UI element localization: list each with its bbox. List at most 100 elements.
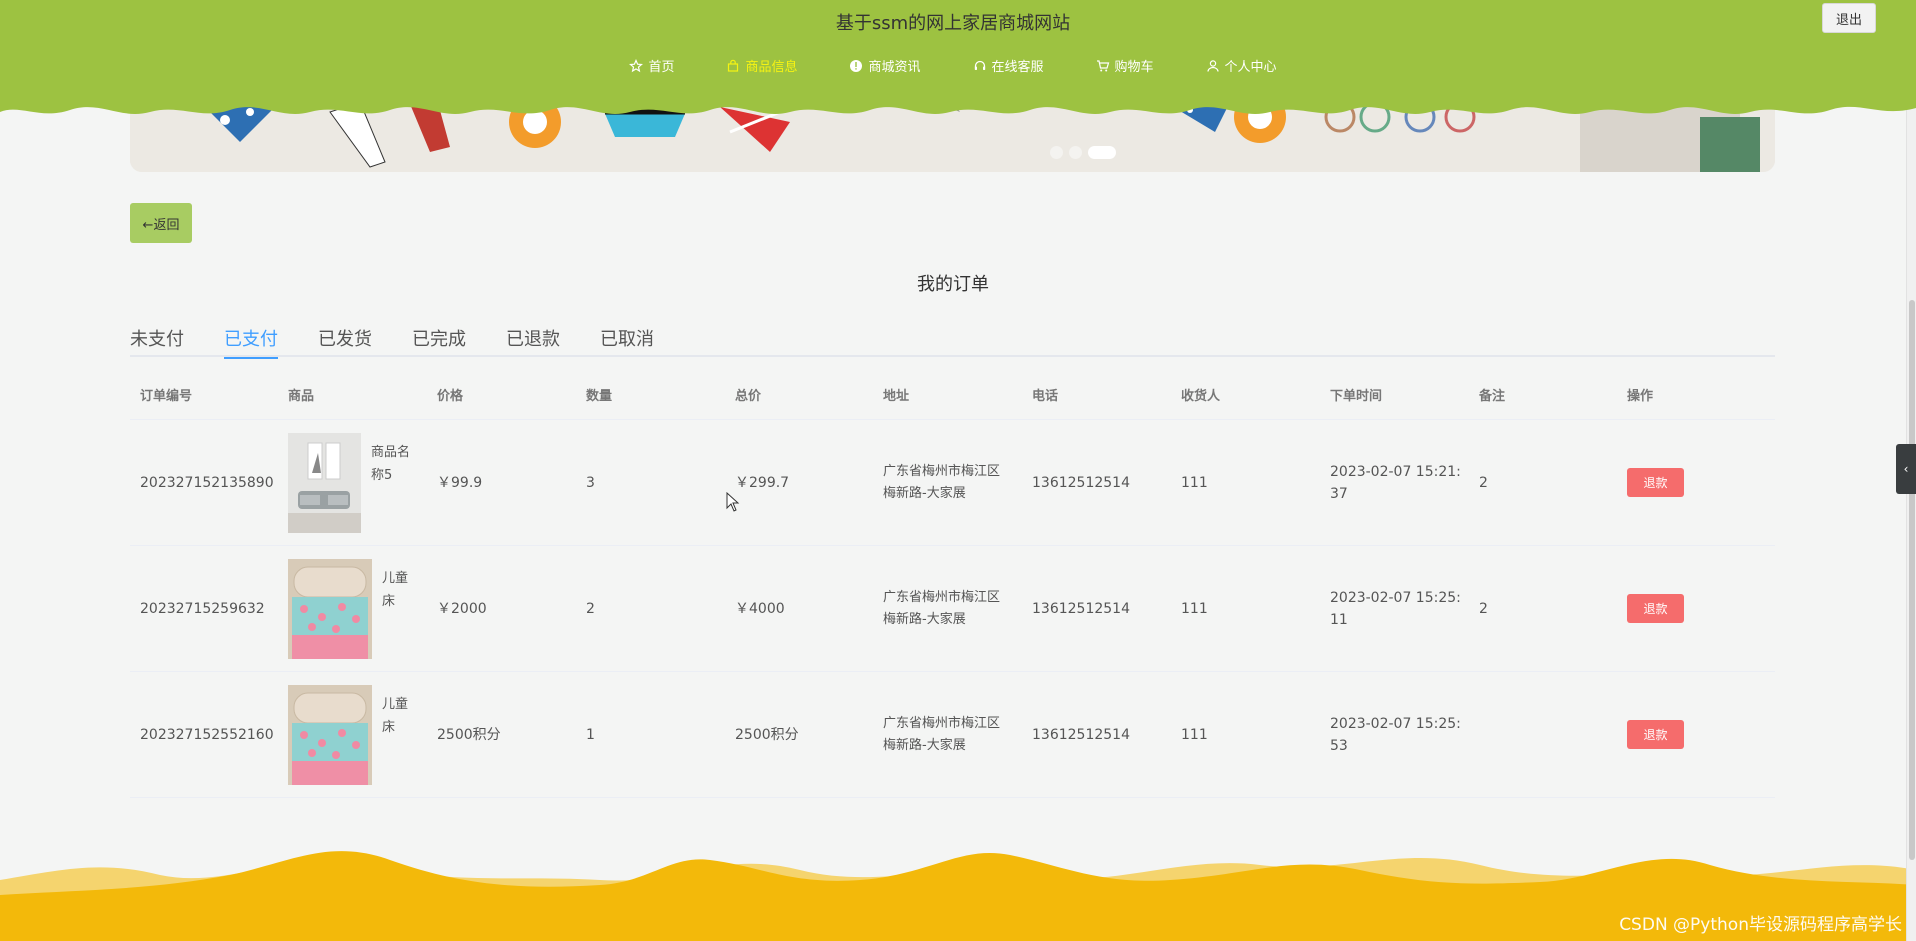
goods-cell: 商品名 称5 — [278, 432, 427, 533]
headset-icon — [974, 60, 985, 70]
goods-name-line: 儿童 — [382, 696, 409, 712]
order-no: 202327152552160 — [140, 726, 274, 743]
col-header-receiver: 收货人 — [1181, 389, 1221, 404]
address: 广东省梅州市梅江区 梅新路-大家展 — [873, 713, 1022, 757]
total-price: ￥4000 — [735, 600, 785, 617]
main-nav: 首页 商品信息 商城资讯 在线客服 购物车 个人中心 — [0, 56, 1906, 75]
price: ￥99.9 — [437, 474, 483, 491]
goods-thumbnail — [288, 558, 372, 659]
footer-wave: CSDN @Python毕设源码程序高学长 — [0, 840, 1916, 941]
phone: 13612512514 — [1032, 726, 1130, 743]
address: 广东省梅州市梅江区 梅新路-大家展 — [873, 461, 1022, 505]
nav-label-home: 首页 — [648, 60, 675, 75]
tab-completed[interactable]: 已完成 — [412, 325, 466, 357]
carousel-indicators — [1050, 146, 1116, 159]
col-header-goods: 商品 — [288, 389, 315, 404]
mouse-cursor-icon — [726, 492, 740, 512]
tab-cancelled[interactable]: 已取消 — [600, 325, 654, 357]
page-title: 我的订单 — [917, 274, 989, 295]
address: 广东省梅州市梅江区 梅新路-大家展 — [873, 587, 1022, 631]
refund-button[interactable]: 退款 — [1627, 594, 1684, 623]
nav-label-cart: 购物车 — [1114, 60, 1154, 75]
goods-cell: 儿童 床 — [278, 558, 427, 659]
chevron-left-icon: ‹ — [1903, 462, 1909, 476]
address-line: 梅新路-大家展 — [883, 737, 966, 753]
site-title: 基于ssm的网上家居商城网站 — [835, 13, 1071, 34]
user-icon — [1206, 59, 1219, 72]
total-price: 2500积分 — [735, 726, 799, 743]
order-time: 2023-02-07 15:21: 37 — [1320, 461, 1469, 505]
order-no: 202327152135890 — [140, 474, 274, 491]
tab-refunded[interactable]: 已退款 — [506, 325, 560, 357]
nav-item-news[interactable]: 商城资讯 — [849, 56, 921, 75]
orders-table: 订单编号 商品 价格 数量 总价 地址 电话 收货人 下单时间 备注 操作 20… — [130, 375, 1775, 798]
receiver: 111 — [1181, 726, 1208, 743]
col-header-order-time: 下单时间 — [1330, 389, 1383, 404]
table-row: 202327152135890 商品名 称5 ￥99.9 3 ￥299.7 广东… — [130, 420, 1775, 546]
tab-unpaid[interactable]: 未支付 — [130, 325, 184, 357]
tab-shipped[interactable]: 已发货 — [318, 325, 372, 357]
carousel-dot[interactable] — [1069, 146, 1082, 159]
cart-icon — [1096, 59, 1109, 71]
quantity: 3 — [586, 474, 595, 491]
logout-button[interactable]: 退出 — [1822, 3, 1876, 33]
nav-item-goods[interactable]: 商品信息 — [726, 56, 797, 75]
nav-item-cart[interactable]: 购物车 — [1096, 56, 1154, 75]
goods-name-line: 称5 — [371, 467, 393, 483]
action-cell: 退款 — [1617, 468, 1765, 497]
remark: 2 — [1479, 474, 1488, 491]
order-time: 2023-02-07 15:25: 11 — [1320, 587, 1469, 631]
nav-item-service[interactable]: 在线客服 — [973, 56, 1044, 75]
star-icon — [629, 58, 644, 72]
header: 基于ssm的网上家居商城网站 退出 首页 商品信息 商城资讯 在线客服 购物车 … — [0, 0, 1916, 120]
scrollbar-thumb[interactable] — [1909, 300, 1915, 860]
goods-name-line: 儿童 — [382, 570, 409, 586]
order-time-line: 37 — [1330, 485, 1348, 502]
col-header-order-no: 订单编号 — [140, 389, 193, 404]
goods-name-line: 床 — [382, 593, 396, 609]
quantity: 1 — [586, 726, 595, 743]
table-header-row: 订单编号 商品 价格 数量 总价 地址 电话 收货人 下单时间 备注 操作 — [130, 375, 1775, 420]
address-line: 广东省梅州市梅江区 — [883, 589, 1001, 605]
goods-cell: 儿童 床 — [278, 684, 427, 785]
refund-button[interactable]: 退款 — [1627, 720, 1684, 749]
goods-thumbnail — [288, 432, 361, 533]
col-header-address: 地址 — [883, 389, 910, 404]
refund-button[interactable]: 退款 — [1627, 468, 1684, 497]
nav-label-profile: 个人中心 — [1224, 60, 1277, 75]
price: ￥2000 — [437, 600, 487, 617]
order-status-tabs: 未支付 已支付 已发货 已完成 已退款 已取消 — [130, 325, 1775, 359]
phone: 13612512514 — [1032, 474, 1130, 491]
back-button[interactable]: ←返回 — [130, 203, 192, 243]
col-header-remark: 备注 — [1479, 389, 1506, 404]
carousel-dot-active[interactable] — [1088, 146, 1116, 159]
order-time: 2023-02-07 15:25: 53 — [1320, 713, 1469, 757]
goods-name: 儿童 床 — [382, 567, 412, 613]
col-header-qty: 数量 — [586, 389, 613, 404]
nav-item-profile[interactable]: 个人中心 — [1206, 56, 1277, 75]
price: 2500积分 — [437, 726, 501, 743]
nav-label-service: 在线客服 — [991, 60, 1044, 75]
receiver: 111 — [1181, 474, 1208, 491]
address-line: 广东省梅州市梅江区 — [883, 463, 1001, 479]
action-cell: 退款 — [1617, 594, 1765, 623]
col-header-phone: 电话 — [1032, 389, 1059, 404]
total-price: ￥299.7 — [735, 474, 790, 491]
info-icon — [850, 59, 863, 72]
goods-name: 商品名 称5 — [371, 441, 417, 487]
col-header-price: 价格 — [437, 389, 464, 404]
col-header-total: 总价 — [735, 389, 762, 404]
order-time-line: 2023-02-07 15:21: — [1330, 463, 1461, 480]
receiver: 111 — [1181, 600, 1208, 617]
carousel-dot[interactable] — [1050, 146, 1063, 159]
watermark: CSDN @Python毕设源码程序高学长 — [1619, 915, 1902, 935]
side-collapse-tab[interactable]: ‹ — [1896, 444, 1916, 494]
goods-name-line: 商品名 — [371, 444, 411, 460]
address-line: 梅新路-大家展 — [883, 485, 966, 501]
bag-icon — [728, 59, 739, 72]
order-no: 20232715259632 — [140, 600, 265, 617]
order-time-line: 53 — [1330, 737, 1348, 754]
tab-paid[interactable]: 已支付 — [224, 325, 278, 359]
nav-item-home[interactable]: 首页 — [629, 56, 674, 75]
goods-thumbnail — [288, 684, 372, 785]
